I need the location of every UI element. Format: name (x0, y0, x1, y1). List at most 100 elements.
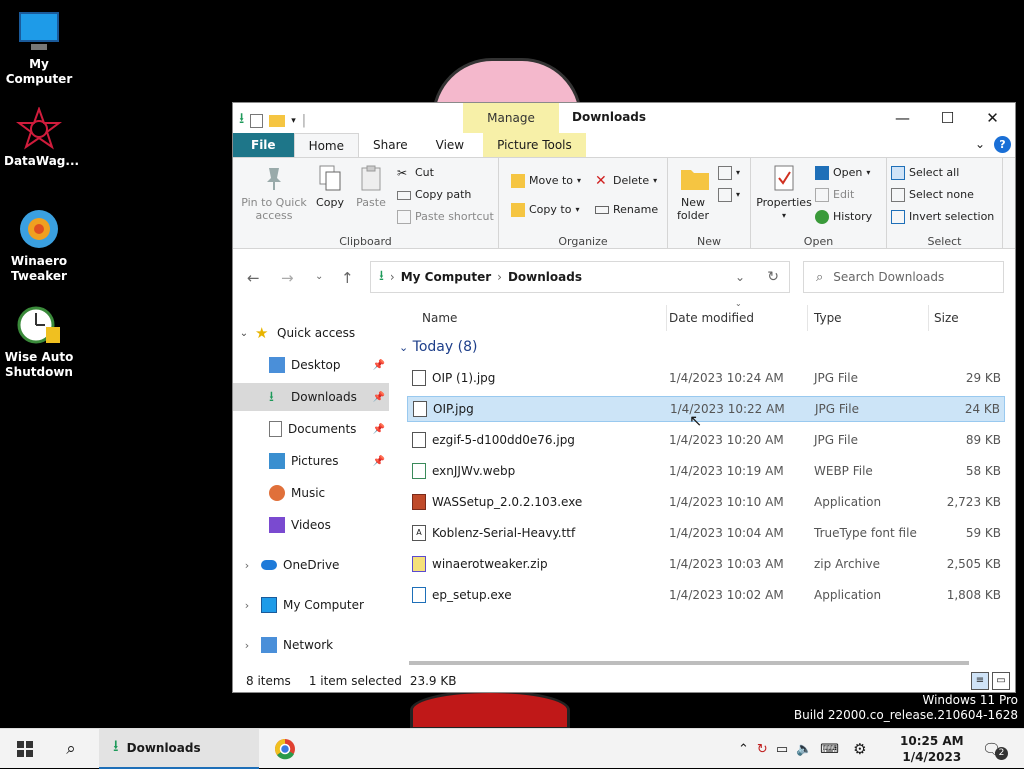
tab-share[interactable]: Share (359, 133, 422, 157)
customize-qat-chevron-icon[interactable]: ▾ (291, 116, 296, 126)
forward-arrow-icon[interactable]: → (281, 269, 294, 287)
minimize-button[interactable]: — (880, 103, 925, 133)
notifications-button[interactable]: 🗨 2 (982, 729, 1008, 769)
file-row[interactable]: winaerotweaker.zip 1/4/2023 10:03 AM zip… (407, 551, 1005, 577)
column-header-type[interactable]: Type (814, 305, 842, 331)
nav-item-pictures[interactable]: Pictures 📌 (233, 447, 389, 475)
desktop-icon-winaero-tweaker[interactable]: Winaero Tweaker (4, 207, 74, 284)
desktop-icon-my-computer[interactable]: My Computer (4, 10, 74, 87)
column-header-size[interactable]: Size (934, 305, 959, 331)
search-box[interactable]: ⌕ Search Downloads (803, 261, 1004, 293)
maximize-button[interactable]: ☐ (925, 103, 970, 133)
volume-icon[interactable]: 🔈 (796, 742, 812, 757)
keyboard-icon[interactable]: ⌨ (820, 742, 839, 757)
select-none-button[interactable]: Select none (891, 185, 974, 205)
start-button[interactable] (8, 729, 42, 769)
nav-item-my-computer[interactable]: › My Computer (233, 591, 389, 619)
paste-shortcut-icon (397, 210, 411, 224)
edit-icon (815, 188, 829, 202)
rename-button[interactable]: Rename (595, 200, 658, 220)
notification-count-badge: 2 (995, 747, 1008, 760)
column-header-name[interactable]: Name (422, 305, 457, 331)
copy-folder-icon (511, 203, 525, 217)
horizontal-scrollbar[interactable] (409, 661, 969, 665)
desktop-icon-datawag[interactable]: DataWag... (4, 107, 74, 169)
copy-path-button[interactable]: Copy path (397, 185, 471, 205)
breadcrumb-my-computer[interactable]: My Computer (401, 270, 491, 284)
nav-item-documents[interactable]: Documents 📌 (233, 415, 389, 443)
network-icon (261, 637, 277, 653)
recent-locations-chevron-icon[interactable]: ⌄ (315, 271, 323, 282)
desktop-icon-wise-auto-shutdown[interactable]: Wise Auto Shutdown (4, 303, 74, 380)
tab-home[interactable]: Home (294, 133, 359, 157)
expand-ribbon-chevron-icon[interactable]: ⌄ (975, 137, 985, 151)
tab-view[interactable]: View (422, 133, 478, 157)
taskbar: ⌕ ⭳ Downloads ⌃ ↻ ▭ 🔈 ⌨ ⚙ 10:25 AM 1/4/2… (0, 728, 1024, 768)
help-icon[interactable]: ? (994, 136, 1011, 153)
breadcrumb-downloads[interactable]: Downloads (508, 270, 582, 284)
nav-item-quick-access[interactable]: ⌄ ★ Quick access (233, 319, 389, 347)
select-all-button[interactable]: Select all (891, 163, 959, 183)
expand-chevron-icon[interactable]: ⌄ (233, 328, 255, 339)
update-icon[interactable]: ↻ (757, 742, 768, 757)
address-dropdown-chevron-icon[interactable]: ⌄ (735, 270, 745, 284)
delete-button[interactable]: ✕Delete▾ (595, 171, 657, 191)
paste-button[interactable]: Paste (353, 164, 389, 209)
expand-chevron-icon[interactable]: › (233, 599, 261, 612)
close-button[interactable]: ✕ (970, 103, 1015, 133)
address-bar[interactable]: ⭳ › My Computer › Downloads ⌄ ↻ (370, 261, 790, 293)
cut-button[interactable]: ✂Cut (397, 163, 434, 183)
expand-chevron-icon[interactable]: › (233, 559, 261, 572)
new-folder-qat-icon[interactable] (269, 115, 285, 127)
history-button[interactable]: History (815, 207, 872, 227)
file-row[interactable]: ezgif-5-d100dd0e76.jpg 1/4/2023 10:20 AM… (407, 427, 1005, 453)
paste-shortcut-button[interactable]: Paste shortcut (397, 207, 494, 227)
clock[interactable]: 10:25 AM 1/4/2023 (900, 729, 964, 769)
tab-file[interactable]: File (233, 133, 294, 157)
nav-item-downloads[interactable]: ⭳ Downloads 📌 (233, 383, 389, 411)
taskbar-explorer-downloads[interactable]: ⭳ Downloads (99, 729, 259, 769)
tab-picture-tools[interactable]: Picture Tools (483, 133, 586, 157)
file-row[interactable]: OIP (1).jpg 1/4/2023 10:24 AM JPG File 2… (407, 365, 1005, 391)
file-row[interactable]: AKoblenz-Serial-Heavy.ttf 1/4/2023 10:04… (407, 520, 1005, 546)
up-arrow-icon[interactable]: ↑ (341, 269, 354, 287)
file-row[interactable]: WASSetup_2.0.2.103.exe 1/4/2023 10:10 AM… (407, 489, 1005, 515)
new-item-button[interactable]: ▾ (718, 163, 740, 183)
easy-access-button[interactable]: ▾ (718, 185, 740, 205)
details-view-button[interactable]: ≡ (971, 672, 989, 690)
nav-item-desktop[interactable]: Desktop 📌 (233, 351, 389, 379)
group-label: Select (887, 235, 1002, 248)
file-row[interactable]: ep_setup.exe 1/4/2023 10:02 AM Applicati… (407, 582, 1005, 608)
breadcrumb-separator-icon: › (497, 270, 502, 284)
group-header-today[interactable]: ⌄ Today (8) (399, 339, 477, 355)
download-arrow-icon: ⭳ (239, 108, 244, 133)
nav-item-videos[interactable]: Videos (233, 511, 389, 539)
network-icon[interactable]: ▭ (776, 742, 788, 757)
refresh-icon[interactable]: ↻ (767, 269, 779, 285)
column-header-date[interactable]: Date modified (669, 305, 754, 331)
invert-selection-button[interactable]: Invert selection (891, 207, 994, 227)
file-row[interactable]: exnJJWv.webp 1/4/2023 10:19 AM WEBP File… (407, 458, 1005, 484)
chrome-icon[interactable] (268, 729, 302, 769)
expand-chevron-icon[interactable]: › (233, 639, 261, 652)
nav-item-music[interactable]: Music (233, 479, 389, 507)
nav-item-network[interactable]: › Network (233, 631, 389, 659)
back-arrow-icon[interactable]: ← (247, 269, 260, 287)
new-folder-button[interactable]: New folder (674, 164, 712, 222)
edit-button[interactable]: Edit (815, 185, 854, 205)
settings-gear-icon[interactable]: ⚙ (853, 740, 866, 758)
open-button[interactable]: Open▾ (815, 163, 870, 183)
copy-button[interactable]: Copy (313, 164, 347, 209)
show-hidden-icons-chevron-icon[interactable]: ⌃ (738, 742, 749, 757)
properties-button[interactable]: Properties ▾ (755, 164, 813, 222)
move-to-button[interactable]: Move to▾ (511, 171, 581, 191)
nav-item-onedrive[interactable]: › OneDrive (233, 551, 389, 579)
pin-to-quick-access-button[interactable]: Pin to Quick access (239, 164, 309, 222)
collapse-chevron-icon[interactable]: ⌄ (399, 341, 408, 354)
large-icons-view-button[interactable]: ▭ (992, 672, 1010, 690)
properties-qat-icon[interactable] (250, 114, 263, 128)
manage-context-tab[interactable]: Manage (463, 103, 559, 133)
copy-to-button[interactable]: Copy to▾ (511, 200, 579, 220)
search-icon[interactable]: ⌕ (54, 729, 88, 769)
file-row-selected[interactable]: OIP.jpg 1/4/2023 10:22 AM JPG File 24 KB (407, 396, 1005, 422)
